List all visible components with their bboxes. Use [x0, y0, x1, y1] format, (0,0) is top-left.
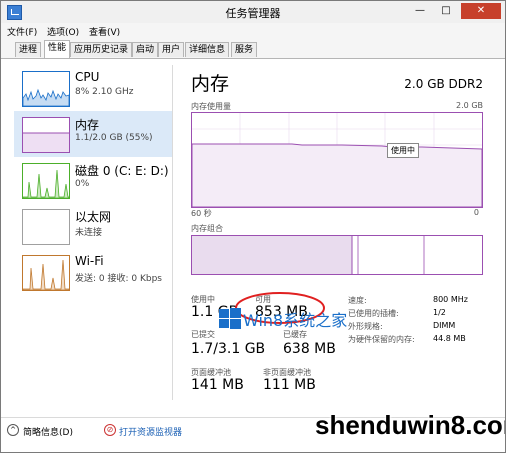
prop-label-hw-reserved: 为硬件保留的内存:	[348, 335, 415, 344]
minimize-button[interactable]: —	[409, 3, 431, 19]
tab-startup[interactable]: 启动	[132, 42, 159, 57]
tab-services[interactable]: 服务	[231, 42, 258, 57]
stat-value-paged-pool: 141 MB	[191, 377, 244, 393]
prop-value-hw-reserved: 44.8 MB	[433, 334, 466, 343]
task-manager-window: 任务管理器 — □ ✕ 文件(F) 选项(O) 查看(V) 进程 性能 应用历史…	[0, 0, 506, 453]
page-title: 内存	[191, 73, 230, 95]
usage-tooltip: 使用中	[387, 143, 419, 158]
sidebar-item-name: 以太网	[75, 210, 112, 224]
ethernet-thumbnail-graph	[22, 209, 70, 245]
menu-options[interactable]: 选项(O)	[47, 25, 79, 38]
fewer-details-button[interactable]: 简略信息(D)	[23, 425, 73, 438]
maximize-button[interactable]: □	[435, 3, 457, 19]
prop-value-speed: 800 MHz	[433, 295, 468, 304]
watermark-text: Win8系统之家	[243, 311, 348, 330]
win8-watermark: Win8系统之家	[219, 308, 347, 333]
menu-view[interactable]: 查看(V)	[89, 25, 120, 38]
sidebar-item-wifi[interactable]: Wi-Fi 发送: 0 接收: 0 Kbps	[14, 249, 172, 295]
stat-label: 已提交	[191, 330, 215, 339]
sidebar-item-ethernet[interactable]: 以太网 未连接	[14, 203, 172, 249]
tab-processes[interactable]: 进程	[15, 42, 42, 57]
prop-value-slots: 1/2	[433, 308, 446, 317]
stat-value-committed: 1.7/3.1 GB	[191, 341, 266, 357]
prop-value-form-factor: DIMM	[433, 321, 456, 330]
stat-value-nonpaged-pool: 111 MB	[263, 377, 316, 393]
memory-spec: 2.0 GB DDR2	[404, 77, 483, 91]
memory-detail-panel: 内存 2.0 GB DDR2 内存使用量 2.0 GB 使用中 60 秒 0 内…	[183, 65, 483, 400]
title-bar: 任务管理器 — □ ✕	[1, 1, 505, 23]
close-button[interactable]: ✕	[461, 3, 501, 19]
windows-logo-icon	[219, 308, 241, 329]
sidebar-item-detail: 发送: 0 接收: 0 Kbps	[75, 274, 162, 284]
time-axis-start: 60 秒	[191, 209, 212, 218]
tab-performance[interactable]: 性能	[44, 40, 71, 58]
sidebar-item-name: 内存	[75, 118, 100, 132]
site-watermark: shenduwin8.com	[315, 410, 506, 440]
prop-label-speed: 速度:	[348, 296, 367, 305]
sidebar-item-disk[interactable]: 磁盘 0 (C: E: D:) 0%	[14, 157, 172, 203]
sidebar-item-detail: 未连接	[75, 228, 103, 238]
wifi-thumbnail-graph	[22, 255, 70, 291]
tab-strip: 进程 性能 应用历史记录 启动 用户 详细信息 服务	[1, 39, 505, 59]
tab-users[interactable]: 用户	[158, 42, 185, 57]
sidebar-item-memory[interactable]: 内存 1.1/2.0 GB (55%)	[14, 111, 172, 157]
usage-graph-label: 内存使用量	[191, 102, 231, 111]
tab-app-history[interactable]: 应用历史记录	[70, 42, 133, 57]
time-axis-end: 0	[473, 208, 479, 217]
usage-graph-max: 2.0 GB	[456, 101, 483, 110]
sidebar-item-name: Wi-Fi	[75, 254, 104, 268]
sidebar-item-detail: 8% 2.10 GHz	[75, 87, 134, 97]
sidebar-item-name: CPU	[75, 70, 100, 84]
menu-bar: 文件(F) 选项(O) 查看(V)	[1, 23, 505, 39]
resource-sidebar: CPU 8% 2.10 GHz 内存 1.1/2.0 GB (55%) 磁盘 0…	[14, 65, 173, 400]
tab-details[interactable]: 详细信息	[185, 42, 230, 57]
sidebar-item-name: 磁盘 0 (C: E: D:)	[75, 164, 169, 178]
disk-thumbnail-graph	[22, 163, 70, 199]
sidebar-item-detail: 0%	[75, 179, 90, 189]
prop-label-form-factor: 外形规格:	[348, 322, 383, 331]
resource-monitor-icon: ⊘	[104, 424, 116, 436]
cpu-thumbnail-graph	[22, 71, 70, 107]
chevron-up-icon[interactable]: ^	[7, 424, 19, 436]
stat-value-cached: 638 MB	[283, 341, 336, 357]
memory-usage-graph	[191, 112, 483, 208]
memory-thumbnail-graph	[22, 117, 70, 153]
menu-file[interactable]: 文件(F)	[7, 25, 37, 38]
open-resource-monitor-link[interactable]: 打开资源监视器	[119, 425, 182, 438]
memory-composition-bar	[191, 235, 483, 275]
sidebar-item-detail: 1.1/2.0 GB (55%)	[75, 133, 153, 143]
sidebar-item-cpu[interactable]: CPU 8% 2.10 GHz	[14, 65, 172, 111]
prop-label-slots: 已使用的插槽:	[348, 309, 399, 318]
composition-label: 内存组合	[191, 224, 223, 233]
